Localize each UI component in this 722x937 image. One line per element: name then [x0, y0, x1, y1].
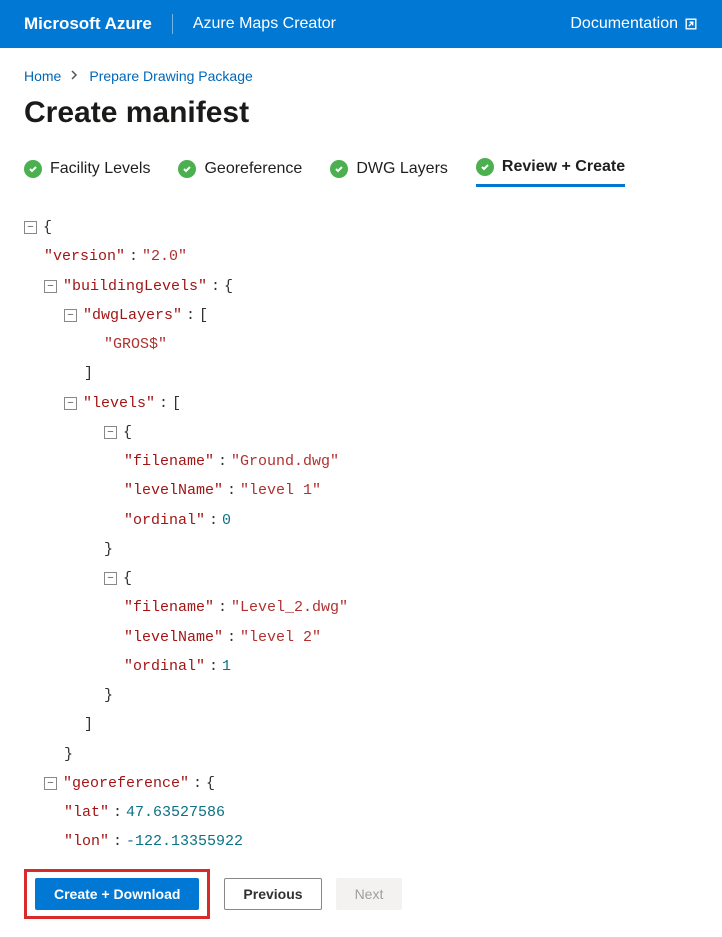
check-icon — [178, 160, 196, 178]
step-label: Facility Levels — [50, 160, 150, 178]
json-number: 1 — [222, 658, 231, 675]
step-review-create[interactable]: Review + Create — [476, 158, 625, 187]
collapse-toggle[interactable]: − — [104, 572, 117, 585]
collapse-toggle[interactable]: − — [104, 426, 117, 439]
json-number: -122.13355922 — [126, 833, 243, 850]
page-title: Create manifest — [24, 96, 698, 130]
step-label: Review + Create — [502, 158, 625, 176]
external-link-icon — [684, 17, 698, 31]
collapse-toggle[interactable]: − — [44, 777, 57, 790]
wizard-footer: Create + Download Previous Next — [0, 857, 722, 937]
json-key: "georeference" — [63, 775, 189, 792]
collapse-toggle[interactable]: − — [64, 309, 77, 322]
manifest-json-viewer: −{ "version":"2.0" −"buildingLevels":{ −… — [24, 213, 698, 857]
step-label: DWG Layers — [356, 160, 448, 178]
json-number: 47.63527586 — [126, 804, 225, 821]
json-key: "levels" — [83, 395, 155, 412]
create-download-button[interactable]: Create + Download — [35, 878, 199, 910]
json-key: "version" — [44, 248, 125, 265]
json-key: "levelName" — [124, 629, 223, 646]
collapse-toggle[interactable]: − — [44, 280, 57, 293]
breadcrumb-page[interactable]: Prepare Drawing Package — [89, 68, 252, 84]
json-key: "lat" — [64, 804, 109, 821]
collapse-toggle[interactable]: − — [24, 221, 37, 234]
check-icon — [476, 158, 494, 176]
next-button: Next — [336, 878, 403, 910]
json-key: "dwgLayers" — [83, 307, 182, 324]
collapse-toggle[interactable]: − — [64, 397, 77, 410]
documentation-label: Documentation — [570, 15, 678, 33]
brand: Microsoft Azure — [24, 14, 173, 34]
json-key: "buildingLevels" — [63, 278, 207, 295]
json-number: 0 — [222, 512, 231, 529]
step-label: Georeference — [204, 160, 302, 178]
json-string: "level 1" — [240, 482, 321, 499]
product-name: Azure Maps Creator — [173, 15, 336, 33]
app-header: Microsoft Azure Azure Maps Creator Docum… — [0, 0, 722, 48]
json-string: "Level_2.dwg" — [231, 599, 348, 616]
json-key: "ordinal" — [124, 658, 205, 675]
json-string: "Ground.dwg" — [231, 453, 339, 470]
chevron-right-icon — [71, 69, 79, 83]
json-string: "level 2" — [240, 629, 321, 646]
check-icon — [24, 160, 42, 178]
step-facility-levels[interactable]: Facility Levels — [24, 160, 150, 186]
step-georeference[interactable]: Georeference — [178, 160, 302, 186]
json-string: "2.0" — [142, 248, 187, 265]
breadcrumb: Home Prepare Drawing Package — [24, 68, 698, 84]
json-key: "filename" — [124, 453, 214, 470]
step-dwg-layers[interactable]: DWG Layers — [330, 160, 448, 186]
wizard-steps: Facility Levels Georeference DWG Layers … — [24, 158, 698, 187]
json-key: "filename" — [124, 599, 214, 616]
highlight-box: Create + Download — [24, 869, 210, 919]
json-key: "levelName" — [124, 482, 223, 499]
documentation-link[interactable]: Documentation — [570, 15, 698, 33]
json-key: "lon" — [64, 833, 109, 850]
breadcrumb-home[interactable]: Home — [24, 68, 61, 84]
check-icon — [330, 160, 348, 178]
json-string: "GROS$" — [104, 336, 167, 353]
json-key: "ordinal" — [124, 512, 205, 529]
previous-button[interactable]: Previous — [224, 878, 321, 910]
